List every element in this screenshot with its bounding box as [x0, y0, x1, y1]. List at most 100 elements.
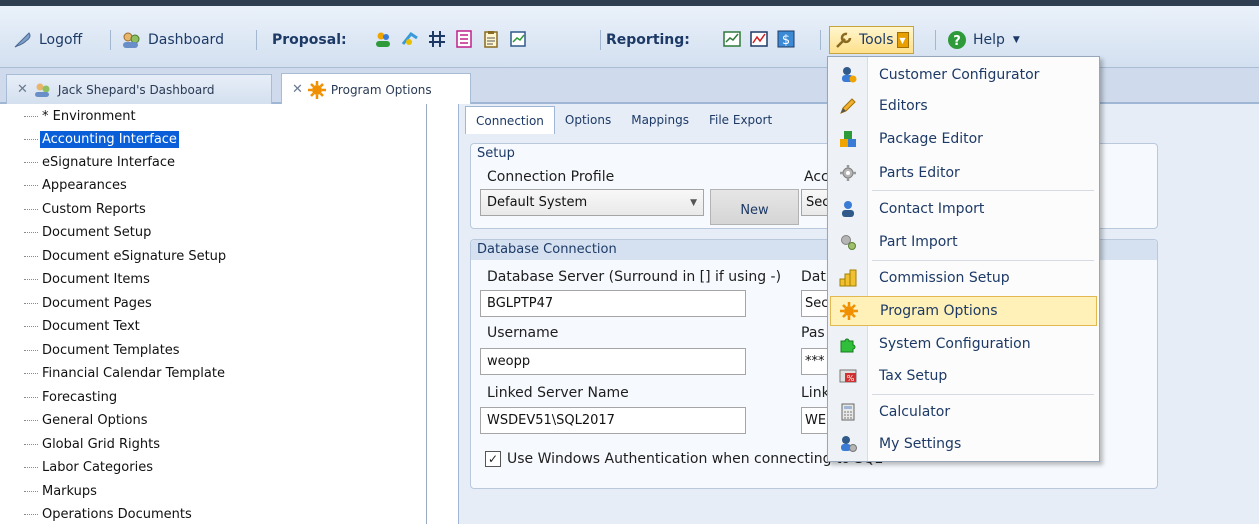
tree-item[interactable]: Document Setup [24, 221, 153, 243]
svg-text:%: % [847, 374, 855, 383]
new-profile-button[interactable]: New [710, 189, 799, 225]
dashboard-users-icon [34, 83, 50, 97]
menu-item-contact-import[interactable]: Contact Import [830, 194, 1097, 224]
dashboard-users-icon [123, 32, 140, 48]
help-menu-button[interactable]: ? Help ▼ [944, 28, 1023, 52]
menu-item-part-import[interactable]: Part Import [830, 227, 1097, 257]
help-label: Help [973, 32, 1005, 48]
dat-label: Dat [801, 269, 826, 285]
svg-text:?: ? [953, 34, 961, 49]
package-icon [839, 130, 857, 148]
logoff-button[interactable]: Logoff [10, 28, 85, 52]
tree-item[interactable]: Appearances [24, 174, 129, 196]
menu-item-program-options[interactable]: Program Options [830, 296, 1097, 326]
tools-label: Tools [859, 32, 894, 48]
dat-input[interactable]: Sec [801, 290, 829, 317]
proposal-commission-icon[interactable] [401, 30, 419, 48]
menu-separator [872, 260, 1094, 261]
toolbar-divider [256, 30, 257, 50]
proposal-clipboard-icon[interactable] [482, 30, 500, 48]
link-input[interactable]: WE [801, 407, 829, 434]
tab-connection[interactable]: Connection [465, 106, 555, 134]
menu-item-commission-setup[interactable]: Commission Setup [830, 263, 1097, 293]
tree-item[interactable]: Financial Calendar Template [24, 362, 227, 384]
proposal-users-icon[interactable] [374, 30, 392, 48]
tab-file-export[interactable]: File Export [699, 106, 782, 134]
feather-icon [14, 32, 31, 48]
tree-item[interactable]: Document eSignature Setup [24, 245, 228, 267]
pas-label: Pas [801, 325, 825, 341]
tab-dashboard[interactable]: ✕ Jack Shepard's Dashboard [6, 74, 272, 104]
chevron-down-icon[interactable]: ▼ [896, 32, 909, 48]
username-label: Username [487, 325, 559, 341]
help-icon: ? [948, 31, 966, 49]
menu-item-tax-setup[interactable]: % Tax Setup [830, 361, 1097, 391]
menu-item-system-configuration[interactable]: System Configuration [830, 329, 1097, 359]
windows-auth-label: Use Windows Authentication when connecti… [507, 451, 883, 467]
menu-item-customer-configurator[interactable]: Customer Configurator [830, 60, 1097, 90]
menu-item-my-settings[interactable]: My Settings [830, 429, 1097, 459]
acc-label: Acc [804, 169, 829, 185]
menu-item-package-editor[interactable]: Package Editor [830, 124, 1097, 154]
connection-profile-label: Connection Profile [487, 169, 615, 185]
tree-item[interactable]: Document Items [24, 268, 152, 290]
dashboard-label: Dashboard [148, 32, 224, 48]
tree-item[interactable]: * Environment [24, 105, 138, 127]
connection-profile-select[interactable]: Default System ▼ [480, 189, 704, 216]
reporting-dollar-icon[interactable]: $ [777, 30, 795, 48]
pencil-icon [839, 97, 857, 115]
menu-separator [872, 190, 1094, 191]
windows-auth-checkbox[interactable]: ✓ Use Windows Authentication when connec… [485, 451, 882, 467]
tools-menu-button[interactable]: Tools ▼ [829, 26, 914, 54]
coins-icon [839, 269, 857, 287]
dashboard-button[interactable]: Dashboard [117, 28, 227, 52]
link-label: Link [801, 385, 830, 401]
tab-program-options[interactable]: ✕ Program Options [281, 73, 471, 105]
close-icon[interactable]: ✕ [17, 82, 28, 97]
gear-icon [839, 164, 857, 182]
contact-icon [839, 200, 857, 218]
tree-item[interactable]: Custom Reports [24, 198, 148, 220]
tree-item[interactable]: Document Templates [24, 339, 182, 361]
linked-server-input[interactable]: WSDEV51\SQL2017 [480, 407, 746, 434]
username-input[interactable]: weopp [480, 348, 746, 375]
proposal-section-label: Proposal: [272, 32, 347, 48]
menu-item-editors[interactable]: Editors [830, 91, 1097, 121]
tree-item[interactable]: eSignature Interface [24, 151, 177, 173]
tree-item[interactable]: Markups [24, 480, 99, 502]
tools-dropdown-menu: Customer Configurator Editors Package Ed… [827, 56, 1100, 462]
calculator-icon [839, 403, 857, 421]
tree-item[interactable]: Forecasting [24, 386, 119, 408]
settings-tabs: Connection Options Mappings File Export [465, 106, 782, 134]
tree-item[interactable]: Document Pages [24, 292, 154, 314]
acc-select[interactable]: Sec [801, 189, 829, 216]
tree-item-accounting-interface[interactable]: Accounting Interface [24, 128, 179, 150]
tree-item[interactable]: Global Grid Rights [24, 433, 162, 455]
proposal-grid-icon[interactable] [428, 30, 446, 48]
tree-item[interactable]: Document Text [24, 315, 142, 337]
menu-item-parts-editor[interactable]: Parts Editor [830, 158, 1097, 188]
reporting-chart-icon[interactable] [723, 30, 741, 48]
wrench-icon [836, 32, 852, 48]
close-icon[interactable]: ✕ [292, 82, 303, 97]
chevron-down-icon: ▼ [690, 197, 697, 208]
sun-gear-icon [840, 302, 858, 320]
menu-separator [872, 394, 1094, 395]
reporting-trend-icon[interactable] [750, 30, 768, 48]
database-server-input[interactable]: BGLPTP47 [480, 290, 746, 317]
proposal-report-icon[interactable] [509, 30, 527, 48]
toolbar-divider [110, 30, 111, 50]
proposal-document-icon[interactable] [455, 30, 473, 48]
tab-options[interactable]: Options [555, 106, 621, 134]
toolbar-divider [600, 30, 601, 50]
menu-item-calculator[interactable]: Calculator [830, 397, 1097, 427]
tab-mappings[interactable]: Mappings [621, 106, 699, 134]
tree-item[interactable]: Labor Categories [24, 456, 155, 478]
logoff-label: Logoff [39, 32, 83, 48]
tree-item[interactable]: Operations Documents [24, 503, 194, 524]
database-server-label: Database Server (Surround in [] if using… [487, 269, 782, 285]
checkmark-icon[interactable]: ✓ [485, 451, 501, 467]
reporting-section-label: Reporting: [606, 32, 690, 48]
tree-item[interactable]: General Options [24, 409, 150, 431]
password-input[interactable]: *** [801, 348, 829, 375]
